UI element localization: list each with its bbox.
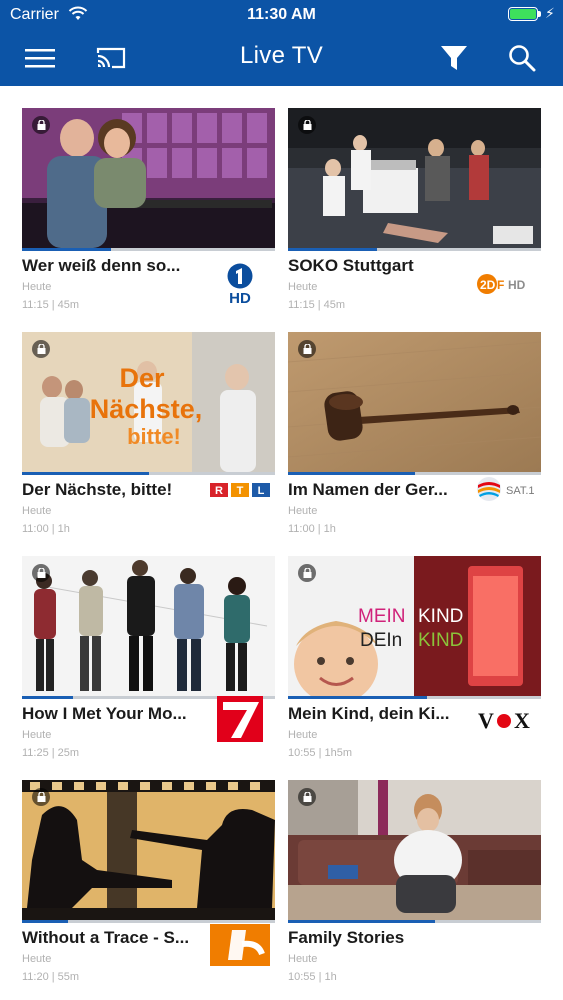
top-bar: Carrier 11:30 AM ⚡ Live TV [0,0,563,86]
svg-text:R: R [215,485,223,497]
battery-icon [508,7,538,21]
progress-fill [22,472,149,475]
channel-logo-ard: HD [222,263,258,310]
program-card[interactable]: Der Nächste, bitte! Der Nächste, bitte! … [22,310,275,535]
program-title: SOKO Stuttgart [288,256,414,275]
svg-text:HD: HD [229,290,251,305]
progress-bar [22,248,275,251]
search-icon[interactable] [504,40,540,76]
lock-icon [32,116,50,134]
status-bar: Carrier 11:30 AM ⚡ [0,0,563,30]
svg-text:Der: Der [119,363,165,393]
svg-text:X: X [514,709,530,731]
program-card[interactable]: Family Stories Heute 10:55 | 1h [288,758,541,983]
program-day: Heute [288,281,318,293]
program-title: Wer weiß denn so... [22,256,181,275]
progress-bar [288,920,541,923]
battery-tip [538,11,541,17]
program-title: Der Nächste, bitte! [22,480,173,499]
lock-icon [32,788,50,806]
progress-bar [22,472,275,475]
progress-bar [22,920,275,923]
svg-text:DEIn: DEIn [360,630,402,651]
program-day: Heute [22,281,52,293]
progress-fill [288,248,377,251]
lock-icon [298,340,316,358]
svg-text:HD: HD [508,278,526,292]
program-thumbnail: MEIN KIND DEIn KIND [288,556,541,696]
program-day: Heute [22,953,52,965]
svg-text:T: T [237,485,244,497]
program-title: Family Stories [288,928,405,947]
program-time: 11:20 | 55m [22,971,80,983]
program-title: Mein Kind, dein Ki... [288,704,450,723]
svg-text:bitte!: bitte! [127,424,181,449]
page-title: Live TV [239,42,324,69]
program-day: Heute [288,505,318,517]
program-thumbnail: Der Nächste, bitte! [22,332,275,472]
program-thumbnail [288,332,541,472]
clock: 11:30 AM [247,6,316,23]
program-time: 10:55 | 1h [288,971,337,983]
svg-text:SAT.1: SAT.1 [506,485,535,497]
program-thumbnail [22,780,275,920]
channel-logo-kabeleins [210,924,270,971]
program-card[interactable]: Wer weiß denn so... Heute 11:15 | 45m HD [22,86,275,311]
channel-logo-rtl: R T L [210,483,270,502]
lock-icon [298,564,316,582]
progress-fill [22,248,111,251]
filter-icon[interactable] [436,40,472,76]
progress-bar [288,248,541,251]
program-day: Heute [22,505,52,517]
progress-fill [288,696,428,699]
progress-fill [22,920,68,923]
svg-text:V: V [478,709,494,731]
program-day: Heute [288,953,318,965]
svg-text:KIND: KIND [418,630,463,651]
svg-text:Nächste,: Nächste, [90,394,203,424]
nav-bar: Live TV [0,30,563,86]
program-card[interactable]: Without a Trace - S... Heute 11:20 | 55m [22,758,275,983]
progress-fill [288,472,415,475]
svg-text:F: F [497,278,504,292]
lock-icon [298,116,316,134]
program-thumbnail [288,108,541,248]
channel-logo-sat1: SAT.1 [476,474,538,509]
program-card[interactable]: MEIN KIND DEIn KIND Mein Kind, dein Ki..… [288,534,541,759]
progress-fill [22,696,73,699]
lock-icon [298,788,316,806]
program-thumbnail [288,780,541,920]
program-card[interactable]: How I Met Your Mo... Heute 11:25 | 25m [22,534,275,759]
channel-logo-zdf: 2D F HD [476,272,538,301]
program-thumbnail [22,108,275,248]
channel-logo-prosieben [217,696,263,747]
lock-icon [32,340,50,358]
program-day: Heute [22,729,52,741]
program-card[interactable]: SOKO Stuttgart Heute 11:15 | 45m 2D F HD [288,86,541,311]
program-grid: Wer weiß denn so... Heute 11:15 | 45m HD [0,86,563,1000]
svg-text:2D: 2D [480,278,496,292]
program-card[interactable]: Im Namen der Ger... Heute 11:00 | 1h SAT… [288,310,541,535]
svg-text:MEIN: MEIN [358,606,406,627]
program-title: Without a Trace - S... [22,928,190,947]
program-title: Im Namen der Ger... [288,480,448,499]
charging-icon: ⚡ [545,5,555,21]
program-thumbnail [22,556,275,696]
svg-text:L: L [258,485,265,497]
svg-text:KIND: KIND [418,606,463,627]
progress-bar [288,696,541,699]
program-title: How I Met Your Mo... [22,704,187,723]
lock-icon [32,564,50,582]
channel-logo-vox: V X [478,708,534,736]
progress-fill [288,920,435,923]
program-day: Heute [288,729,318,741]
